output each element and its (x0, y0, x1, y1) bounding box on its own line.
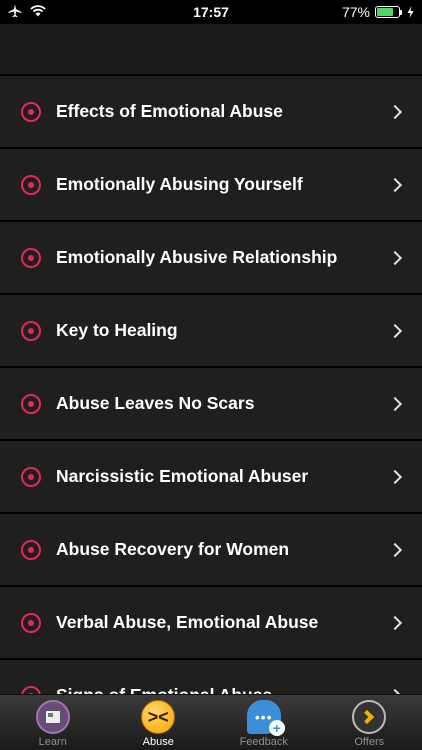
plus-icon: + (268, 720, 285, 736)
list-item[interactable]: Signs of Emotional Abuse (0, 658, 422, 694)
list-item-label: Emotionally Abusive Relationship (56, 247, 338, 267)
list-item-label: Abuse Leaves No Scars (56, 393, 255, 413)
feedback-icon: ••• + (246, 700, 285, 736)
battery-percent: 77% (341, 4, 370, 20)
target-icon (21, 685, 41, 694)
chevron-right-icon (387, 323, 403, 338)
tab-bar: Learn >< Abuse ••• + Feedback Offers (0, 694, 422, 750)
tab-label: Feedback (239, 736, 288, 748)
learn-icon (35, 700, 70, 734)
target-icon (21, 320, 41, 341)
target-icon (21, 247, 41, 268)
tab-feedback[interactable]: ••• + Feedback (211, 695, 317, 750)
list-item-label: Abuse Recovery for Women (56, 539, 290, 559)
topic-list: Effects of Emotional Abuse Emotionally Ab… (0, 74, 422, 694)
list-item-label: Key to Healing (56, 320, 178, 340)
tab-label: Learn (38, 736, 67, 748)
status-bar: 17:57 77% (0, 0, 422, 24)
battery-icon (375, 6, 400, 18)
chevron-right-icon (387, 250, 403, 265)
tab-label: Abuse (142, 736, 174, 748)
list-item-label: Effects of Emotional Abuse (56, 101, 283, 121)
target-icon (21, 466, 41, 487)
charging-icon (407, 6, 414, 18)
list-item[interactable]: Abuse Recovery for Women (0, 512, 422, 585)
chevron-right-icon (387, 177, 403, 192)
offers-icon (352, 700, 387, 734)
navigation-header (0, 24, 422, 74)
chevron-right-icon (387, 396, 403, 411)
chevron-right-icon (387, 615, 403, 630)
target-icon (21, 101, 41, 122)
list-item-label: Narcissistic Emotional Abuser (56, 466, 309, 486)
list-item[interactable]: Emotionally Abusing Yourself (0, 147, 422, 220)
status-right: 77% (342, 4, 414, 20)
tab-abuse[interactable]: >< Abuse (106, 695, 212, 750)
chevron-right-icon (387, 104, 403, 119)
list-item-label: Verbal Abuse, Emotional Abuse (56, 612, 319, 632)
target-icon (21, 174, 41, 195)
abuse-icon: >< (141, 700, 176, 734)
list-item[interactable]: Abuse Leaves No Scars (0, 366, 422, 439)
list-item[interactable]: Narcissistic Emotional Abuser (0, 439, 422, 512)
battery-fill (377, 8, 394, 16)
battery-cap (400, 9, 402, 15)
list-item[interactable]: Emotionally Abusive Relationship (0, 220, 422, 293)
target-icon (21, 612, 41, 633)
target-icon (21, 393, 41, 414)
tab-learn[interactable]: Learn (0, 695, 106, 750)
tab-label: Offers (354, 736, 385, 748)
target-icon (21, 539, 41, 560)
list-item[interactable]: Verbal Abuse, Emotional Abuse (0, 585, 422, 658)
list-item[interactable]: Key to Healing (0, 293, 422, 366)
chevron-right-icon (387, 542, 403, 557)
chevron-right-icon (387, 469, 403, 484)
list-item-label: Signs of Emotional Abuse (56, 685, 390, 694)
list-item-label: Emotionally Abusing Yourself (56, 174, 303, 194)
tab-offers[interactable]: Offers (317, 695, 422, 750)
list-item[interactable]: Effects of Emotional Abuse (0, 74, 422, 147)
